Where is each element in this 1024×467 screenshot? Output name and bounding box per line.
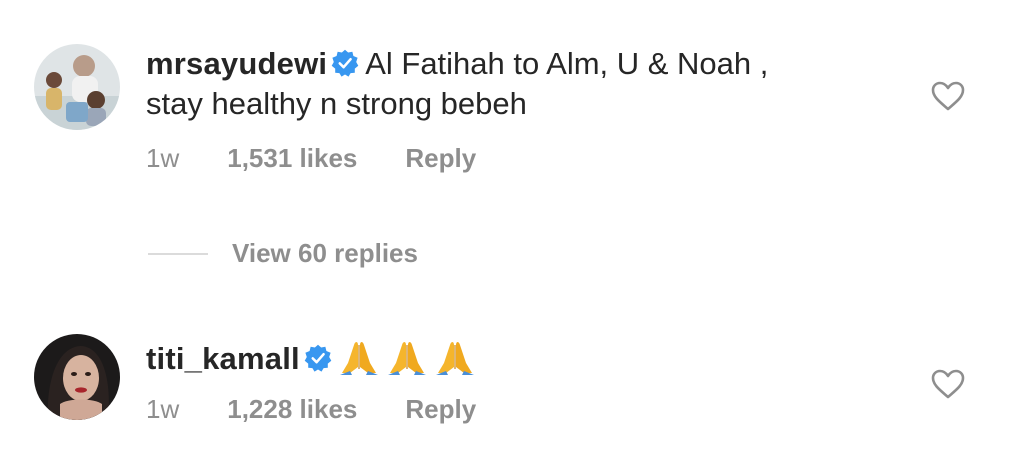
comment-time: 1w	[146, 143, 180, 173]
verified-badge-icon	[304, 344, 332, 372]
avatar-mrsayudewi[interactable]	[34, 44, 120, 130]
verified-badge-icon	[331, 49, 359, 77]
replies-divider	[148, 252, 208, 255]
heart-outline-icon[interactable]	[931, 81, 965, 111]
reply-button[interactable]: Reply	[405, 143, 476, 173]
comment-likes[interactable]: 1,531 likes	[227, 143, 357, 173]
comment-meta: 1w 1,228 likes Reply	[146, 394, 476, 424]
folded-hands-emoji	[387, 342, 426, 375]
comment-meta: 1w 1,531 likes Reply	[146, 143, 476, 173]
reply-button[interactable]: Reply	[405, 394, 476, 424]
comment-text-line2: stay healthy n strong bebeh	[146, 86, 527, 121]
view-replies-button[interactable]: View 60 replies	[148, 238, 418, 268]
comment-body: mrsayudewi Al Fatihah to Alm, U & Noah , …	[146, 44, 768, 124]
comment-likes[interactable]: 1,228 likes	[227, 394, 357, 424]
heart-outline-icon[interactable]	[931, 369, 965, 399]
comment-username[interactable]: mrsayudewi	[146, 46, 327, 81]
view-replies-label[interactable]: View 60 replies	[232, 238, 418, 269]
comment-body: titi_kamall	[146, 337, 482, 379]
comment-time: 1w	[146, 394, 180, 424]
folded-hands-emoji	[339, 342, 378, 375]
avatar-titi-kamall[interactable]	[34, 334, 120, 420]
comment-text-line1: Al Fatihah to Alm, U & Noah ,	[365, 46, 769, 81]
comment-username[interactable]: titi_kamall	[146, 341, 300, 376]
folded-hands-emoji	[435, 342, 474, 375]
